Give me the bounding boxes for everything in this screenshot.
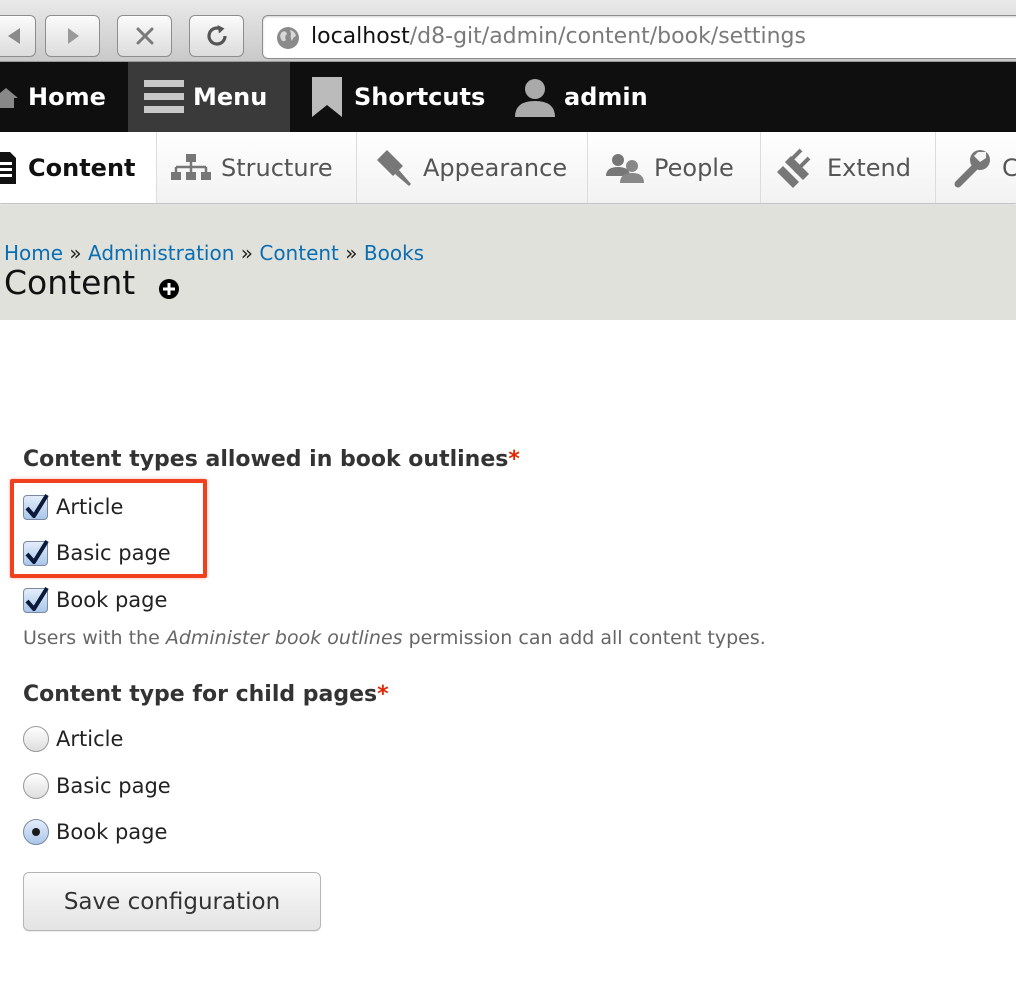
reload-icon <box>206 25 227 46</box>
plug-icon <box>777 148 811 188</box>
globe-icon <box>277 27 299 49</box>
child-type-basic-page-label: Basic page <box>56 774 171 798</box>
breadcrumb-administration[interactable]: Administration <box>88 241 234 265</box>
paint-brush-icon <box>377 149 411 186</box>
tray-content[interactable]: Content <box>0 132 157 203</box>
tray-structure[interactable]: Structure <box>157 132 357 203</box>
menu-icon <box>144 80 184 113</box>
child-type-label-text: Content type for child pages <box>23 682 378 707</box>
stop-button[interactable] <box>117 15 172 57</box>
reload-button[interactable] <box>189 15 244 57</box>
required-marker: * <box>508 447 520 472</box>
breadcrumb-separator: » <box>345 241 358 265</box>
child-type-basic-page[interactable]: Basic page <box>23 771 171 801</box>
sitemap-icon <box>171 153 211 180</box>
child-type-article-label: Article <box>56 727 124 751</box>
checkmark-icon <box>25 586 49 611</box>
url-path: /d8-git/admin/content/book/settings <box>409 24 806 49</box>
tray-appearance-label: Appearance <box>423 153 568 182</box>
allowed-types-label-text: Content types allowed in book outlines <box>23 447 509 472</box>
tray-structure-label: Structure <box>221 153 333 182</box>
tray-people-label: People <box>654 153 734 182</box>
forward-button[interactable] <box>45 15 100 57</box>
allowed-types-description: Users with the Administer book outlines … <box>23 627 766 649</box>
toolbar-menu[interactable]: Menu <box>128 62 290 132</box>
allowed-types-label: Content types allowed in book outlines* <box>23 447 520 472</box>
basic-page-radio[interactable] <box>23 773 49 799</box>
breadcrumb-content[interactable]: Content <box>259 241 339 265</box>
url-text: localhost/d8-git/admin/content/book/sett… <box>311 24 806 49</box>
save-configuration-button[interactable]: Save configuration <box>23 872 321 931</box>
allowed-type-book-page-label: Book page <box>56 588 168 612</box>
child-type-article[interactable]: Article <box>23 724 123 754</box>
admin-tray: Content Structure Appearance People Exte… <box>0 132 1016 204</box>
toolbar-user-label: admin <box>564 83 648 111</box>
bookmark-icon <box>312 77 342 117</box>
tray-extend[interactable]: Extend <box>761 132 936 203</box>
toolbar-home[interactable]: Home <box>0 62 128 132</box>
child-type-label: Content type for child pages* <box>23 682 389 707</box>
toolbar-shortcuts[interactable]: Shortcuts <box>290 62 490 132</box>
add-shortcut-icon[interactable] <box>158 278 180 300</box>
required-marker: * <box>377 682 389 707</box>
breadcrumb-separator: » <box>69 241 82 265</box>
url-host: localhost <box>311 24 410 49</box>
article-radio[interactable] <box>23 726 49 752</box>
browser-chrome: localhost/d8-git/admin/content/book/sett… <box>0 0 1016 62</box>
breadcrumb-home[interactable]: Home <box>4 241 63 265</box>
tray-content-label: Content <box>28 153 136 182</box>
tray-appearance[interactable]: Appearance <box>357 132 588 203</box>
child-type-book-page[interactable]: Book page <box>23 817 167 847</box>
page-header: Home » Administration » Content » Books … <box>0 205 1016 320</box>
description-permission: Administer book outlines <box>165 627 403 649</box>
wrench-icon <box>954 149 990 187</box>
tray-configuration[interactable]: C <box>936 132 1016 203</box>
user-icon <box>515 79 555 117</box>
toolbar-user[interactable]: admin <box>490 62 660 132</box>
tray-configuration-label: C <box>1002 153 1016 182</box>
back-arrow-icon <box>8 28 20 44</box>
tray-extend-label: Extend <box>827 153 911 182</box>
allowed-type-book-page[interactable]: Book page <box>23 585 167 615</box>
admin-toolbar: Home Menu Shortcuts admin <box>0 62 1016 132</box>
back-button[interactable] <box>0 15 36 57</box>
description-text: permission can add all content types. <box>402 627 766 649</box>
close-icon <box>136 27 153 45</box>
document-icon <box>0 151 16 184</box>
forward-arrow-icon <box>67 28 79 44</box>
highlight-annotation <box>10 479 207 578</box>
toolbar-menu-label: Menu <box>193 83 268 111</box>
child-type-book-page-label: Book page <box>56 820 168 844</box>
url-bar[interactable]: localhost/d8-git/admin/content/book/sett… <box>262 15 1016 59</box>
tray-people[interactable]: People <box>588 132 761 203</box>
book-page-checkbox[interactable] <box>23 586 49 613</box>
breadcrumb-books[interactable]: Books <box>364 241 424 265</box>
breadcrumb: Home » Administration » Content » Books <box>4 241 424 265</box>
description-text: Users with the <box>23 627 166 649</box>
people-icon <box>606 153 644 183</box>
toolbar-home-label: Home <box>28 83 106 111</box>
toolbar-shortcuts-label: Shortcuts <box>354 83 486 111</box>
breadcrumb-separator: » <box>240 241 253 265</box>
home-icon <box>0 88 18 108</box>
page-title: Content <box>4 263 136 302</box>
book-page-radio[interactable] <box>23 819 49 845</box>
